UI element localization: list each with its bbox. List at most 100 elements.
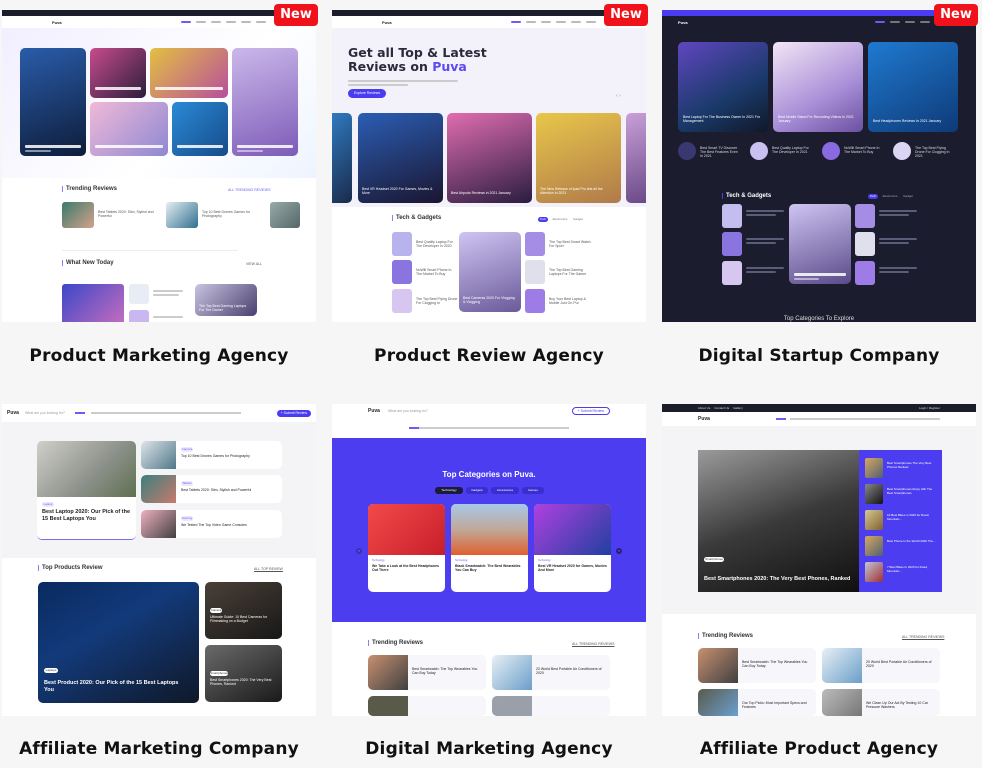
- carousel-tile[interactable]: The New Release of Ipad Pro lets all the…: [536, 113, 621, 203]
- trending-title[interactable]: Top 10 Best Drones Games for Photography: [202, 210, 256, 218]
- strip-thumb[interactable]: [750, 142, 768, 160]
- carousel-next-button[interactable]: ›: [616, 548, 622, 554]
- side-title[interactable]: Best Smartphones Enjoy with The Best Sma…: [887, 487, 937, 495]
- trending-card[interactable]: [368, 696, 486, 716]
- list-thumb[interactable]: [722, 204, 742, 228]
- carousel-prev-button[interactable]: ‹: [356, 548, 362, 554]
- list-title[interactable]: The Top Best Smart Watch For Sport: [549, 240, 591, 248]
- side-title[interactable]: Best Phone In the World 2020 The...: [887, 539, 937, 543]
- side-thumb[interactable]: [865, 458, 883, 478]
- hero-tile[interactable]: [172, 102, 228, 156]
- trending-thumb[interactable]: [166, 202, 198, 228]
- list-thumb[interactable]: [525, 232, 545, 256]
- category-tab[interactable]: Accessories: [491, 487, 519, 494]
- see-all-link[interactable]: ALL TRENDING REVIEWS: [902, 635, 944, 639]
- trending-card[interactable]: Best Smartwatch: The Top Wearables You C…: [698, 648, 816, 683]
- category-card[interactable]: Technology We Take a Look at the Best He…: [368, 504, 445, 592]
- login-link[interactable]: Login / Register: [919, 406, 940, 410]
- strip-thumb[interactable]: [822, 142, 840, 160]
- trending-card[interactable]: 20 World Best Portable Air Conditioners …: [822, 648, 940, 683]
- list-card[interactable]: Camera Top 10 Best Drones Games for Phot…: [141, 441, 282, 469]
- list-thumb[interactable]: [722, 232, 742, 256]
- small-review-tile[interactable]: Smartphones Best Smartphones 2020: The V…: [205, 645, 282, 702]
- template-caption[interactable]: Affiliate Marketing Company: [2, 739, 316, 759]
- whats-new-thumb[interactable]: [129, 284, 149, 304]
- feature-tile[interactable]: Best Cameras 2020 For Vlogging & Vloggin…: [459, 232, 521, 312]
- filter-tab[interactable]: Gadget: [902, 194, 914, 199]
- whats-new-tile[interactable]: The Top Best Gaming Laptops For The Game…: [195, 284, 257, 316]
- see-all-link[interactable]: ALL TOP REVIEW: [254, 567, 283, 571]
- filter-tab[interactable]: Gadget: [572, 217, 584, 222]
- trending-card[interactable]: Best Smartwatch: The Top Wearables You C…: [368, 655, 486, 690]
- list-thumb[interactable]: [525, 289, 545, 313]
- list-thumb[interactable]: [392, 289, 412, 313]
- side-thumb[interactable]: [865, 536, 883, 556]
- trending-card[interactable]: [492, 696, 610, 716]
- category-tab[interactable]: Games: [522, 487, 544, 494]
- hero-tile[interactable]: [90, 102, 168, 156]
- view-all-link[interactable]: VIEW ALL: [246, 262, 262, 266]
- submit-review-button[interactable]: + Submit Review: [276, 409, 311, 417]
- carousel-tile[interactable]: [332, 113, 352, 203]
- list-thumb[interactable]: [855, 261, 875, 285]
- side-title[interactable]: 10 Best Bikes in 2020 for Road, Mountain…: [887, 513, 937, 521]
- explore-reviews-button[interactable]: Explore Reviews: [348, 89, 386, 98]
- trending-card[interactable]: We Clean Up Our Act By Testing 10 Car Pr…: [822, 689, 940, 716]
- strip-thumb[interactable]: [893, 142, 911, 160]
- whats-new-thumb[interactable]: [62, 284, 124, 322]
- template-card-digital-startup-company[interactable]: Puva Best Laptop For The Business Owner …: [662, 10, 976, 322]
- hero-tile[interactable]: Best Headphones Reviews In 2021 January: [868, 42, 958, 132]
- top-link[interactable]: About Us: [698, 406, 710, 410]
- hero-tile[interactable]: [20, 48, 86, 156]
- template-caption[interactable]: Product Review Agency: [332, 346, 646, 366]
- list-title[interactable]: The Top Best Flying Drone For Clogging I…: [416, 297, 458, 305]
- see-all-link[interactable]: ALL TRENDING REVIEWS: [228, 188, 270, 192]
- small-review-tile[interactable]: Camera Ultimate Guide: 10 Best Cameras f…: [205, 582, 282, 639]
- list-title[interactable]: NoWill Smart Phone In The Market To Buy: [416, 268, 458, 276]
- search-input[interactable]: What are you looking for?: [25, 411, 69, 415]
- strip-title[interactable]: Best Smart TV Discover The Best Features…: [700, 146, 740, 158]
- side-thumb[interactable]: [865, 510, 883, 530]
- trending-title[interactable]: Best Tablets 2020: Slim, Stylish and Pow…: [98, 210, 158, 218]
- feature-tile[interactable]: [789, 204, 851, 284]
- carousel-arrows[interactable]: ‹ ›: [616, 93, 621, 99]
- hero-tile[interactable]: Best Laptop For The Business Owner In 20…: [678, 42, 768, 132]
- template-card-product-review-agency[interactable]: Puva Get all Top & Latest Reviews on Puv…: [332, 10, 646, 322]
- side-thumb[interactable]: [865, 484, 883, 504]
- see-all-link[interactable]: ALL TRENDING REVIEWS: [572, 642, 614, 646]
- hero-tile[interactable]: [232, 48, 298, 156]
- whats-new-thumb[interactable]: [129, 310, 149, 322]
- list-thumb[interactable]: [855, 204, 875, 228]
- template-caption[interactable]: Digital Marketing Agency: [332, 739, 646, 759]
- list-thumb[interactable]: [392, 260, 412, 284]
- category-tab-active[interactable]: Technology: [435, 487, 463, 494]
- trending-card[interactable]: 20 World Best Portable Air Conditioners …: [492, 655, 610, 690]
- filter-tab-active[interactable]: Tech: [868, 194, 878, 199]
- hero-tile[interactable]: [150, 48, 228, 98]
- hero-tile[interactable]: Best Mobile Stand For Recording Videos I…: [773, 42, 863, 132]
- template-card-affiliate-product-agency[interactable]: About Us Contact Us Gallery Login / Regi…: [662, 404, 976, 716]
- search-input[interactable]: What are you looking for?: [388, 409, 428, 413]
- template-caption[interactable]: Digital Startup Company: [662, 346, 976, 366]
- big-review-tile[interactable]: Laptops Best Product 2020: Our Pick of t…: [38, 582, 199, 703]
- list-thumb[interactable]: [525, 260, 545, 284]
- side-title[interactable]: Best Smartphones The Very Best Phones Ra…: [887, 461, 937, 469]
- category-card[interactable]: Technology Best VR Headset 2020 for Game…: [534, 504, 611, 592]
- list-thumb[interactable]: [722, 261, 742, 285]
- side-thumb[interactable]: [865, 562, 883, 582]
- template-caption[interactable]: Product Marketing Agency: [2, 346, 316, 366]
- filter-tab[interactable]: Electronics: [882, 194, 898, 199]
- carousel-tile[interactable]: [626, 113, 646, 203]
- list-thumb[interactable]: [392, 232, 412, 256]
- template-card-digital-marketing-agency[interactable]: Puva What are you looking for? + Submit …: [332, 404, 646, 716]
- filter-tab[interactable]: Electronics: [552, 217, 568, 222]
- category-tab[interactable]: Gadgets: [466, 487, 488, 494]
- feature-tile[interactable]: Smartphones Best Smartphones 2020: The V…: [698, 450, 859, 592]
- strip-title[interactable]: NoWill Smart Phone In The Market To Buy: [844, 146, 884, 154]
- list-title[interactable]: The Top Best Gaming Laptops For The Game…: [549, 268, 591, 276]
- template-card-product-marketing-agency[interactable]: Puva Trending Reviews ALL TRENDING REVIE…: [2, 10, 316, 322]
- template-caption[interactable]: Affiliate Product Agency: [662, 739, 976, 759]
- list-card[interactable]: Gaming We Tested The Top Video Game Cons…: [141, 510, 282, 538]
- list-title[interactable]: Best Quality Laptop For The Developer In…: [416, 240, 458, 248]
- list-card[interactable]: Tablets Best Tablets 2020: Slim, Stylish…: [141, 475, 282, 503]
